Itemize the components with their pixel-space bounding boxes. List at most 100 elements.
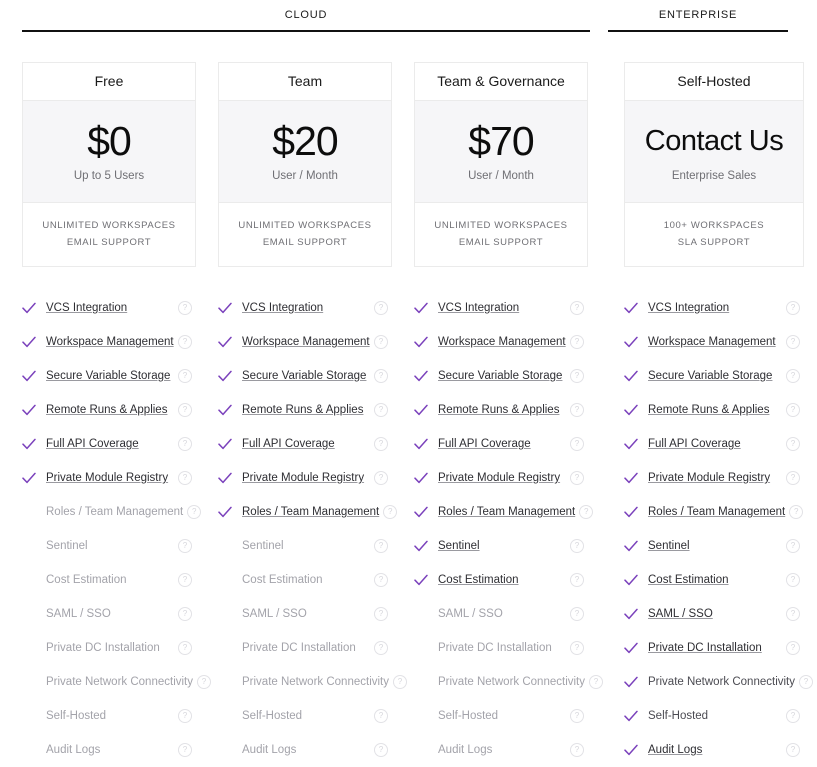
feature-label[interactable]: VCS Integration xyxy=(46,302,174,314)
feature-row: Full API Coverage? xyxy=(414,427,588,461)
feature-label[interactable]: Secure Variable Storage xyxy=(438,370,566,382)
help-icon[interactable]: ? xyxy=(374,539,388,553)
feature-label[interactable]: Private Module Registry xyxy=(438,472,566,484)
help-icon[interactable]: ? xyxy=(570,607,584,621)
feature-help-cell: ? xyxy=(566,301,588,315)
feature-label[interactable]: Full API Coverage xyxy=(46,438,174,450)
help-icon[interactable]: ? xyxy=(178,743,192,757)
help-icon[interactable]: ? xyxy=(786,403,800,417)
feature-list: VCS Integration? Workspace Management? Sec… xyxy=(22,291,211,767)
feature-row: Private Network Connectivity? xyxy=(22,665,211,699)
help-icon[interactable]: ? xyxy=(178,437,192,451)
help-icon[interactable]: ? xyxy=(570,573,584,587)
help-icon[interactable]: ? xyxy=(393,675,407,689)
help-icon[interactable]: ? xyxy=(799,675,813,689)
help-icon[interactable]: ? xyxy=(570,471,584,485)
help-icon[interactable]: ? xyxy=(570,641,584,655)
feature-label[interactable]: Full API Coverage xyxy=(648,438,782,450)
help-icon[interactable]: ? xyxy=(786,607,800,621)
help-icon[interactable]: ? xyxy=(374,607,388,621)
help-icon[interactable]: ? xyxy=(178,403,192,417)
help-icon[interactable]: ? xyxy=(570,743,584,757)
feature-label[interactable]: Cost Estimation xyxy=(438,574,566,586)
help-icon[interactable]: ? xyxy=(197,675,211,689)
feature-label[interactable]: Remote Runs & Applies xyxy=(438,404,566,416)
feature-help-cell: ? xyxy=(782,743,804,757)
help-icon[interactable]: ? xyxy=(786,573,800,587)
feature-label[interactable]: Remote Runs & Applies xyxy=(648,404,782,416)
help-icon[interactable]: ? xyxy=(178,335,192,349)
help-icon[interactable]: ? xyxy=(374,335,388,349)
help-icon[interactable]: ? xyxy=(570,539,584,553)
feature-check-cell xyxy=(624,336,648,348)
feature-label[interactable]: Workspace Management xyxy=(46,336,174,348)
help-icon[interactable]: ? xyxy=(374,573,388,587)
feature-label[interactable]: Full API Coverage xyxy=(242,438,370,450)
feature-label[interactable]: Roles / Team Management xyxy=(438,506,575,518)
help-icon[interactable]: ? xyxy=(374,709,388,723)
feature-label[interactable]: Private Module Registry xyxy=(648,472,782,484)
feature-label[interactable]: Private Module Registry xyxy=(46,472,174,484)
feature-label[interactable]: VCS Integration xyxy=(648,302,782,314)
help-icon[interactable]: ? xyxy=(178,573,192,587)
feature-row: Secure Variable Storage? xyxy=(624,359,804,393)
feature-label[interactable]: Private DC Installation xyxy=(648,642,782,654)
feature-label[interactable]: Roles / Team Management xyxy=(242,506,379,518)
help-icon[interactable]: ? xyxy=(374,641,388,655)
feature-label[interactable]: Workspace Management xyxy=(438,336,566,348)
help-icon[interactable]: ? xyxy=(374,301,388,315)
feature-label[interactable]: Full API Coverage xyxy=(438,438,566,450)
check-icon xyxy=(218,404,232,416)
help-icon[interactable]: ? xyxy=(178,641,192,655)
feature-label[interactable]: Secure Variable Storage xyxy=(242,370,370,382)
help-icon[interactable]: ? xyxy=(786,641,800,655)
help-icon[interactable]: ? xyxy=(589,675,603,689)
help-icon[interactable]: ? xyxy=(374,437,388,451)
feature-label[interactable]: VCS Integration xyxy=(438,302,566,314)
help-icon[interactable]: ? xyxy=(374,471,388,485)
help-icon[interactable]: ? xyxy=(374,743,388,757)
feature-label[interactable]: Secure Variable Storage xyxy=(46,370,174,382)
help-icon[interactable]: ? xyxy=(570,369,584,383)
feature-label[interactable]: Workspace Management xyxy=(648,336,782,348)
feature-label[interactable]: Private Module Registry xyxy=(242,472,370,484)
feature-label[interactable]: Remote Runs & Applies xyxy=(46,404,174,416)
help-icon[interactable]: ? xyxy=(786,743,800,757)
feature-label[interactable]: Roles / Team Management xyxy=(648,506,785,518)
help-icon[interactable]: ? xyxy=(786,335,800,349)
feature-help-cell: ? xyxy=(782,573,804,587)
help-icon[interactable]: ? xyxy=(786,301,800,315)
help-icon[interactable]: ? xyxy=(178,369,192,383)
help-icon[interactable]: ? xyxy=(178,709,192,723)
feature-label[interactable]: Workspace Management xyxy=(242,336,370,348)
help-icon[interactable]: ? xyxy=(786,709,800,723)
help-icon[interactable]: ? xyxy=(570,335,584,349)
feature-label[interactable]: Cost Estimation xyxy=(648,574,782,586)
feature-label[interactable]: Secure Variable Storage xyxy=(648,370,782,382)
feature-label[interactable]: VCS Integration xyxy=(242,302,370,314)
help-icon[interactable]: ? xyxy=(187,505,202,519)
feature-label[interactable]: Sentinel xyxy=(648,540,782,552)
help-icon[interactable]: ? xyxy=(570,709,584,723)
feature-label[interactable]: Remote Runs & Applies xyxy=(242,404,370,416)
help-icon[interactable]: ? xyxy=(786,539,800,553)
help-icon[interactable]: ? xyxy=(570,437,584,451)
help-icon[interactable]: ? xyxy=(178,301,192,315)
check-icon xyxy=(624,472,638,484)
help-icon[interactable]: ? xyxy=(786,471,800,485)
feature-label[interactable]: Audit Logs xyxy=(648,744,782,756)
help-icon[interactable]: ? xyxy=(178,607,192,621)
help-icon[interactable]: ? xyxy=(579,505,594,519)
help-icon[interactable]: ? xyxy=(383,505,398,519)
help-icon[interactable]: ? xyxy=(570,403,584,417)
feature-label[interactable]: SAML / SSO xyxy=(648,608,782,620)
help-icon[interactable]: ? xyxy=(178,539,192,553)
help-icon[interactable]: ? xyxy=(786,369,800,383)
help-icon[interactable]: ? xyxy=(570,301,584,315)
help-icon[interactable]: ? xyxy=(178,471,192,485)
help-icon[interactable]: ? xyxy=(374,369,388,383)
help-icon[interactable]: ? xyxy=(786,437,800,451)
help-icon[interactable]: ? xyxy=(374,403,388,417)
help-icon[interactable]: ? xyxy=(789,505,804,519)
feature-label[interactable]: Sentinel xyxy=(438,540,566,552)
